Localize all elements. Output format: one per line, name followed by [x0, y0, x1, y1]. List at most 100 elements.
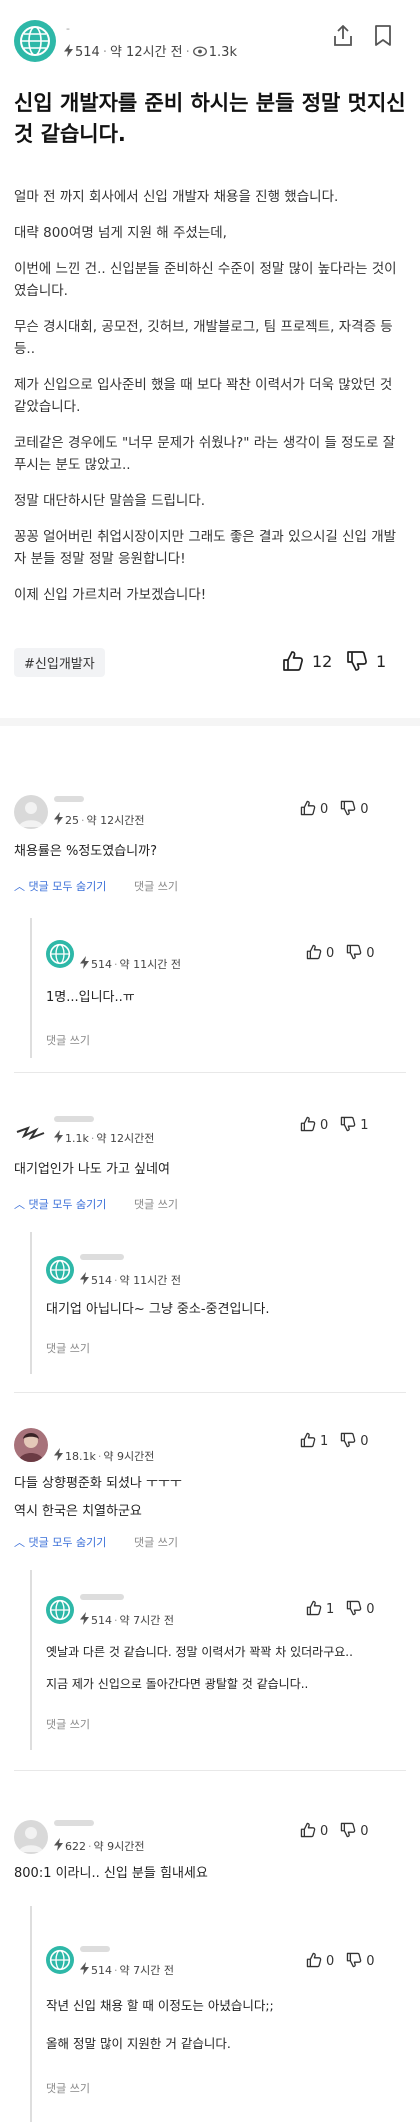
comment-downvote-button[interactable]: 0: [340, 1822, 369, 1839]
lightning-icon: [54, 1130, 63, 1143]
reply-avatar[interactable]: [46, 1596, 74, 1624]
reply-downvote-button[interactable]: 0: [346, 1952, 375, 1969]
comment-meta: 25 · 약 12시간전: [54, 812, 144, 828]
post-dislike-button[interactable]: 1: [346, 650, 386, 672]
redacted-username: [54, 1116, 94, 1122]
section-divider: [0, 718, 420, 726]
globe-avatar-icon: [49, 1259, 71, 1281]
comment-downvote-button[interactable]: 1: [340, 1116, 369, 1133]
write-reply-link[interactable]: 댓글 쓰기: [46, 1340, 90, 1356]
reply-points: 514: [91, 1964, 112, 1977]
reply-text: 지금 제가 신입으로 돌아간다면 광탈할 것 같습니다..: [46, 1677, 309, 1691]
thumbs-up-icon: [306, 1952, 322, 1968]
toggle-label: 댓글 모두 숨기기: [28, 880, 107, 893]
comment-upvote-button[interactable]: 0: [300, 1116, 328, 1133]
reply-avatar[interactable]: [46, 1256, 74, 1284]
share-icon[interactable]: [332, 24, 354, 48]
reply-downvote-button[interactable]: 0: [346, 944, 375, 961]
toggle-label: 댓글 모두 숨기기: [28, 1198, 107, 1211]
reply-avatar[interactable]: [46, 1946, 74, 1974]
default-user-icon: [19, 802, 43, 827]
comment-avatar[interactable]: [14, 1118, 48, 1152]
write-reply-link[interactable]: 댓글 쓰기: [134, 1196, 178, 1212]
reply-avatar[interactable]: [46, 940, 74, 968]
chevron-up-icon: ︿: [14, 880, 29, 893]
redacted-username: [80, 1946, 110, 1952]
reply-upvote-button[interactable]: 0: [306, 1952, 334, 1969]
body-paragraph: 제가 신입으로 입사준비 했을 때 보다 꽉찬 이력서가 더욱 많았던 것 같았…: [14, 377, 393, 415]
write-reply-link[interactable]: 댓글 쓰기: [134, 1534, 178, 1550]
globe-avatar-icon: [20, 26, 50, 56]
reply-points: 514: [91, 1614, 112, 1627]
reply-text: 옛날과 다른 것 같습니다. 정말 이력서가 꽉꽉 차 있더라구요..: [46, 1645, 353, 1659]
thumbs-up-icon: [306, 944, 322, 960]
comment-avatar[interactable]: [14, 1428, 48, 1462]
reply-meta: 514 · 약 7시간 전: [80, 1962, 174, 1978]
body-paragraph: 무슨 경시대회, 공모전, 깃허브, 개발블로그, 팀 프로젝트, 자격증 등등…: [14, 319, 393, 357]
write-reply-link[interactable]: 댓글 쓰기: [134, 878, 178, 894]
comment-upvote-button[interactable]: 1: [300, 1432, 328, 1449]
downvote-count: 0: [360, 1824, 369, 1839]
body-paragraph: 얼마 전 까지 회사에서 신입 개발자 채용을 진행 했습니다.: [14, 189, 339, 205]
comment-divider: [14, 1770, 406, 1771]
toggle-label: 댓글 모두 숨기기: [28, 1536, 107, 1549]
thumbs-up-icon: [300, 1432, 316, 1448]
comment-downvote-button[interactable]: 0: [340, 1432, 369, 1449]
comment-time: 약 12시간전: [86, 814, 145, 827]
reply-downvote-button[interactable]: 0: [346, 1600, 375, 1617]
chevron-up-icon: ︿: [14, 1536, 29, 1549]
write-reply-link[interactable]: 댓글 쓰기: [46, 1716, 90, 1732]
comment-meta: 18.1k · 약 9시간전: [54, 1448, 154, 1464]
thumbs-up-icon: [300, 1116, 316, 1132]
comment-votes: 01: [300, 1116, 369, 1133]
reply-upvote-button[interactable]: 1: [306, 1600, 334, 1617]
comment-text: 800:1 이라니.. 신입 분들 힘내세요: [14, 1866, 208, 1881]
comment-upvote-button[interactable]: 0: [300, 1822, 328, 1839]
comment-upvote-button[interactable]: 0: [300, 800, 328, 817]
author-avatar[interactable]: [14, 20, 56, 62]
comment-text: 대기업인가 나도 가고 싶네여: [14, 1162, 170, 1177]
reply-votes: 00: [306, 1952, 375, 1969]
reply-upvote-button[interactable]: 0: [306, 944, 334, 961]
reply-meta: 514 · 약 7시간 전: [80, 1612, 174, 1628]
globe-avatar-icon: [49, 1949, 71, 1971]
reply-meta: 514 · 약 11시간 전: [80, 1272, 181, 1288]
reply-text: 작년 신입 채용 할 때 이정도는 아녔습니다;;: [46, 1998, 274, 2013]
downvote-count: 0: [366, 1602, 375, 1617]
thumbs-down-icon: [341, 800, 356, 816]
hide-replies-toggle[interactable]: ︿ 댓글 모두 숨기기: [14, 1534, 106, 1550]
thumbs-down-icon: [347, 1952, 362, 1968]
hide-replies-toggle[interactable]: ︿ 댓글 모두 숨기기: [14, 878, 106, 894]
post-dislike-count: 1: [376, 652, 387, 671]
hide-replies-toggle[interactable]: ︿ 댓글 모두 숨기기: [14, 1196, 106, 1212]
comment-meta: 1.1k · 약 12시간전: [54, 1130, 154, 1146]
comment-points: 1.1k: [65, 1132, 89, 1145]
bookmark-icon[interactable]: [374, 24, 392, 48]
view-count: 1.3k: [208, 45, 237, 60]
post-tag[interactable]: #신입개발자: [14, 648, 105, 677]
body-paragraph: 꽁꽁 얼어버린 취업시장이지만 그래도 좋은 결과 있으시길 신입 개발자 분들…: [14, 529, 397, 567]
post-body: 얼마 전 까지 회사에서 신입 개발자 채용을 진행 했습니다. 대략 800여…: [14, 186, 406, 620]
post-like-button[interactable]: 12: [282, 650, 332, 672]
post-title: 신입 개발자를 준비 하시는 분들 정말 멋지신 것 같습니다.: [14, 91, 406, 146]
comment-points: 25: [65, 814, 79, 827]
author-name-redacted: -: [66, 22, 70, 35]
comment-divider: [14, 1392, 406, 1393]
write-reply-link[interactable]: 댓글 쓰기: [46, 2080, 90, 2096]
eye-icon: [192, 46, 207, 57]
thumbs-down-icon: [347, 651, 367, 671]
body-paragraph: 대략 800여명 넘게 지원 해 주셨는데,: [14, 225, 227, 241]
lightning-icon: [64, 44, 73, 57]
redacted-username: [54, 796, 84, 802]
comment-avatar[interactable]: [14, 1820, 48, 1854]
reply-thread-line: [30, 1906, 32, 2122]
body-paragraph: 정말 대단하시단 말씀을 드립니다.: [14, 493, 206, 509]
comment-downvote-button[interactable]: 0: [340, 800, 369, 817]
photo-avatar-icon: [18, 1433, 44, 1462]
lightning-icon: [54, 1448, 63, 1461]
redacted-avatar-icon: [16, 1126, 45, 1141]
post-like-count: 12: [312, 652, 333, 671]
comment-avatar[interactable]: [14, 795, 48, 829]
thumbs-down-icon: [347, 1600, 362, 1616]
write-reply-link[interactable]: 댓글 쓰기: [46, 1032, 90, 1048]
